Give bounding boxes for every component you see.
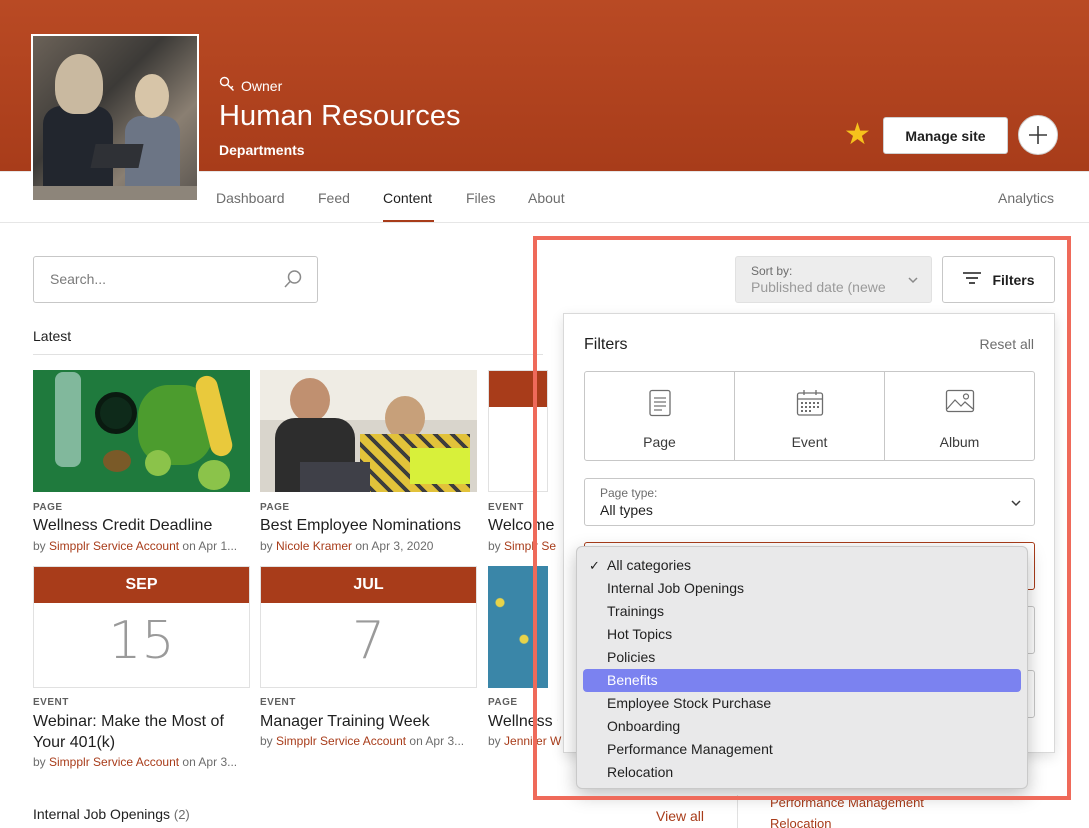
category-option[interactable]: Internal Job Openings (583, 577, 1021, 600)
page-icon (648, 389, 672, 422)
tab-about[interactable]: About (528, 190, 565, 206)
category-dropdown-list: ✓ All categories Internal Job Openings Tr… (576, 546, 1028, 789)
search-icon[interactable] (283, 269, 303, 294)
sort-select[interactable]: Sort by: Published date (newe (735, 256, 932, 303)
page-type-value: All types (600, 502, 653, 518)
card-author[interactable]: Simpplr Service Account (276, 734, 406, 748)
tab-dashboard[interactable]: Dashboard (216, 190, 285, 206)
card-meta: by Simplr Se (488, 539, 557, 553)
filters-title: Filters (584, 336, 628, 353)
filter-icon (962, 271, 982, 288)
chevron-down-icon (907, 273, 919, 291)
key-icon (219, 76, 235, 95)
event-day: 15 (108, 611, 175, 671)
type-event-option[interactable]: Event (735, 372, 885, 460)
card-type: EVENT (260, 697, 296, 708)
page-type-select[interactable]: Page type: All types (584, 478, 1035, 526)
card-title[interactable]: Manager Training Week (260, 711, 477, 732)
type-album-option[interactable]: Album (885, 372, 1034, 460)
card-meta: by Jennifer W (488, 734, 562, 748)
category-option[interactable]: Onboarding (583, 715, 1021, 738)
plus-icon (1029, 126, 1047, 144)
type-label: Album (939, 434, 980, 450)
analytics-link[interactable]: Analytics (998, 190, 1054, 206)
card-calendar (488, 370, 548, 492)
card-author[interactable]: Simpplr Service Account (49, 539, 179, 553)
tab-files[interactable]: Files (466, 190, 496, 206)
owner-indicator: Owner (219, 76, 282, 95)
category-option[interactable]: Hot Topics (583, 623, 1021, 646)
sort-label: Sort by: (751, 264, 793, 278)
category-option[interactable]: Policies (583, 646, 1021, 669)
category-link[interactable]: Relocation (770, 816, 831, 828)
view-all-link[interactable]: View all (656, 808, 704, 824)
card-calendar: SEP 15 (33, 566, 250, 688)
filters-label: Filters (992, 271, 1035, 288)
card-author[interactable]: Simplr Se (504, 539, 556, 553)
site-category[interactable]: Departments (219, 142, 305, 158)
card-title[interactable]: Wellness Credit Deadline (33, 515, 250, 536)
card-type: EVENT (488, 502, 524, 513)
type-label: Event (791, 434, 828, 450)
tab-content[interactable]: Content (383, 190, 432, 206)
add-content-button[interactable] (1018, 115, 1058, 155)
sort-value: Published date (newe (751, 279, 886, 295)
reset-all-link[interactable]: Reset all (980, 336, 1034, 352)
category-option[interactable]: Performance Management (583, 738, 1021, 761)
card-meta: by Simpplr Service Account on Apr 3... (260, 734, 465, 748)
card-author[interactable]: Nicole Kramer (276, 539, 352, 553)
manage-site-button[interactable]: Manage site (883, 117, 1008, 154)
tab-feed[interactable]: Feed (318, 190, 350, 206)
checkmark-icon: ✓ (589, 558, 600, 573)
active-tab-indicator (383, 220, 434, 222)
card-title[interactable]: Webinar: Make the Most of Your 401(k) (33, 711, 250, 753)
section-heading: Internal Job Openings (2) (33, 806, 190, 822)
card-meta: by Simpplr Service Account on Apr 3... (33, 755, 238, 769)
section-count: (2) (173, 807, 190, 822)
category-option[interactable]: ✓ All categories (583, 554, 1021, 577)
image-icon (945, 389, 975, 420)
card-author[interactable]: Jennifer W (504, 734, 561, 748)
card-image (33, 370, 250, 492)
category-link[interactable]: Performance Management (770, 795, 924, 810)
type-page-option[interactable]: Page (585, 372, 735, 460)
calendar-icon (796, 389, 824, 422)
event-month: JUL (261, 567, 476, 603)
card-calendar: JUL 7 (260, 566, 477, 688)
type-label: Page (643, 434, 676, 450)
content-type-selector: Page Event Album (584, 371, 1035, 461)
card-type: PAGE (260, 502, 290, 513)
event-month: SEP (34, 567, 249, 603)
card-title[interactable]: Wellness C (488, 711, 558, 732)
latest-heading: Latest (33, 328, 72, 344)
site-photo (31, 34, 199, 202)
card-image (488, 566, 548, 688)
owner-label: Owner (241, 77, 283, 94)
content-search[interactable] (33, 256, 318, 303)
card-meta: by Simpplr Service Account on Apr 1... (33, 539, 238, 553)
card-type: PAGE (33, 502, 63, 513)
favorite-star-icon[interactable]: ★ (844, 120, 874, 150)
card-title[interactable]: Welcome I (488, 515, 558, 536)
site-title: Human Resources (219, 100, 461, 132)
card-author[interactable]: Simpplr Service Account (49, 755, 179, 769)
divider (737, 795, 738, 828)
category-option[interactable]: Trainings (583, 600, 1021, 623)
card-type: EVENT (33, 697, 69, 708)
chevron-down-icon (1010, 496, 1022, 514)
divider (33, 354, 543, 355)
card-title[interactable]: Best Employee Nominations (260, 515, 477, 536)
card-image (260, 370, 477, 492)
event-day: 7 (351, 611, 386, 671)
category-option-highlighted[interactable]: Benefits (583, 669, 1021, 692)
filters-button[interactable]: Filters (942, 256, 1055, 303)
search-input[interactable] (50, 271, 270, 287)
category-option[interactable]: Employee Stock Purchase (583, 692, 1021, 715)
card-type: PAGE (488, 697, 518, 708)
category-option[interactable]: Relocation (583, 761, 1021, 784)
card-meta: by Nicole Kramer on Apr 3, 2020 (260, 539, 434, 553)
page-type-label: Page type: (600, 486, 658, 500)
